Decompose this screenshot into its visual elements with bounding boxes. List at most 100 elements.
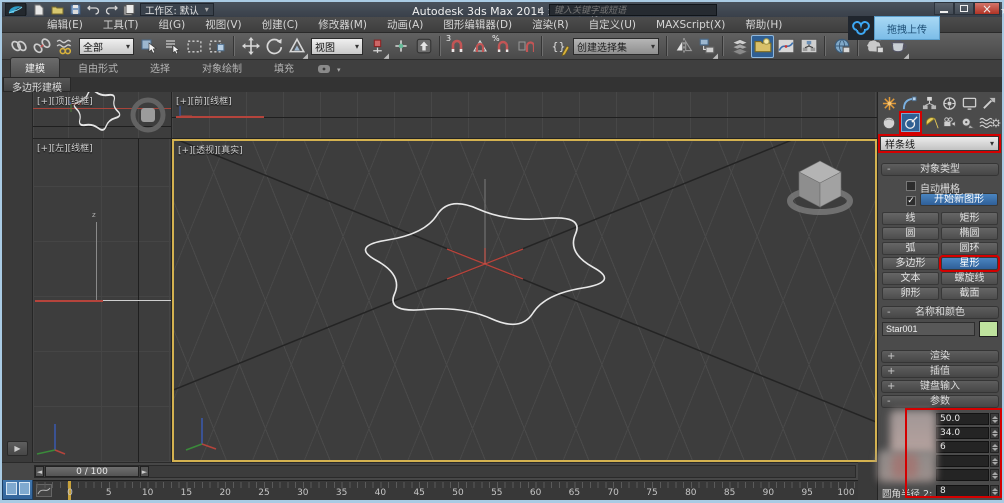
radius1-field[interactable]: 50.0 — [936, 413, 989, 425]
distortion-spinner[interactable] — [990, 455, 999, 467]
radius1-spinner[interactable] — [990, 413, 999, 425]
time-slider-handle[interactable]: 0 / 100 — [45, 466, 139, 477]
ribbon-expand-button[interactable]: ▶ — [7, 441, 28, 456]
select-rotate-icon[interactable] — [262, 35, 285, 58]
menu-modifiers[interactable]: 修改器(M) — [309, 16, 376, 33]
unlink-selection-icon[interactable] — [30, 35, 53, 58]
modify-tab-icon[interactable] — [900, 95, 918, 112]
redo-icon[interactable] — [103, 3, 119, 16]
keyboard-override-icon[interactable] — [412, 35, 435, 58]
create-tab-icon[interactable] — [880, 95, 898, 112]
viewport-label-perspective[interactable]: [+][透视][真实] — [178, 143, 243, 156]
menu-rendering[interactable]: 渲染(R) — [523, 16, 578, 33]
edit-named-selections-icon[interactable]: {} — [547, 35, 570, 58]
fillet1-field[interactable] — [936, 469, 989, 481]
start-new-shape-button[interactable]: 开始新图形 — [920, 193, 998, 206]
distortion-field[interactable] — [936, 455, 989, 467]
helpers-icon[interactable] — [959, 114, 977, 131]
select-scale-icon[interactable]: ◢ — [285, 35, 308, 58]
shape-button-circle[interactable]: 圆 — [882, 227, 939, 240]
reference-coordinate-dropdown[interactable]: 视图▾ — [311, 38, 363, 55]
viewport-label-top[interactable]: [+][顶][线框] — [37, 94, 93, 107]
radius2-field[interactable]: 34.0 — [936, 427, 989, 439]
autogrid-checkbox[interactable] — [906, 181, 916, 191]
rollout-interpolation[interactable]: +插值 — [881, 365, 999, 378]
rectangular-region-icon[interactable] — [183, 35, 206, 58]
maximize-button[interactable] — [954, 2, 974, 15]
points-spinner[interactable] — [990, 441, 999, 453]
shape-button-ngon[interactable]: 多边形 — [882, 257, 939, 270]
menu-views[interactable]: 视图(V) — [196, 16, 250, 33]
viewport-front[interactable]: [+][前][线框] — [172, 92, 877, 139]
viewcube-top[interactable] — [129, 96, 167, 134]
shape-button-text[interactable]: 文本 — [882, 272, 939, 285]
rollout-parameters[interactable]: -参数 — [881, 395, 999, 408]
viewport-top[interactable]: [+][顶][线框] — [33, 92, 172, 139]
new-file-icon[interactable] — [31, 3, 47, 16]
cameras-icon[interactable] — [941, 114, 959, 131]
menu-create[interactable]: 创建(C) — [253, 16, 308, 33]
ribbon-tab-selection[interactable]: 选择 — [136, 58, 184, 77]
fillet1-spinner[interactable] — [990, 469, 999, 481]
selection-filter-dropdown[interactable]: 全部▾ — [79, 38, 134, 55]
rollout-rendering[interactable]: +渲染 — [881, 350, 999, 363]
drag-upload-button[interactable]: 拖拽上传 — [874, 16, 940, 40]
menu-tools[interactable]: 工具(T) — [94, 16, 148, 33]
prev-frame-button[interactable]: ◄ — [35, 466, 44, 477]
workspace-dropdown[interactable]: 工作区: 默认 ▾ — [140, 3, 214, 16]
motion-tab-icon[interactable] — [940, 95, 958, 112]
menu-maxscript[interactable]: MAXScript(X) — [647, 18, 734, 32]
select-and-link-icon[interactable] — [7, 35, 30, 58]
utilities-tab-icon[interactable] — [980, 95, 998, 112]
fillet2-spinner[interactable] — [990, 485, 999, 497]
shape-button-line[interactable]: 线 — [882, 212, 939, 225]
points-field[interactable]: 6 — [936, 441, 989, 453]
select-move-icon[interactable] — [239, 35, 262, 58]
menu-group[interactable]: 组(G) — [149, 16, 194, 33]
systems-icon[interactable] — [991, 114, 1001, 131]
project-folder-icon[interactable] — [121, 3, 137, 16]
use-pivot-center-icon[interactable]: ◢ — [366, 35, 389, 58]
search-input[interactable] — [549, 4, 717, 16]
ribbon-tab-modeling[interactable]: 建模 — [10, 57, 60, 77]
shapes-icon[interactable] — [901, 113, 920, 132]
start-new-shape-checkbox[interactable]: ✓ — [906, 196, 916, 206]
select-object-icon[interactable] — [137, 35, 160, 58]
manage-layers-icon[interactable] — [728, 35, 751, 58]
shape-button-egg[interactable]: 卵形 — [882, 287, 939, 300]
ribbon-tab-populate[interactable]: 填充 — [260, 58, 308, 77]
ribbon-minimize-icon[interactable]: ▾ — [318, 65, 341, 74]
next-frame-button[interactable]: ► — [140, 466, 149, 477]
window-crossing-icon[interactable] — [206, 35, 229, 58]
track-bar[interactable]: 0510152025303540455055606570758085909510… — [33, 480, 858, 500]
ribbon-toggle-icon[interactable] — [751, 35, 774, 58]
menu-customize[interactable]: 自定义(U) — [580, 16, 645, 33]
viewport-perspective[interactable]: [+][透视][真实] — [172, 139, 877, 462]
fillet2-field[interactable]: 8 — [936, 485, 989, 497]
select-manipulate-icon[interactable] — [389, 35, 412, 58]
time-slider[interactable]: ◄ 0 / 100 ► — [34, 465, 856, 478]
radius2-spinner[interactable] — [990, 427, 999, 439]
shape-button-star[interactable]: 星形 — [941, 257, 998, 270]
minimize-button[interactable] — [934, 2, 954, 15]
cloud-logo-icon[interactable] — [848, 16, 874, 40]
hierarchy-tab-icon[interactable] — [920, 95, 938, 112]
shape-button-ellipse[interactable]: 椭圆 — [941, 227, 998, 240]
bind-to-space-warp-icon[interactable] — [53, 35, 76, 58]
menu-animation[interactable]: 动画(A) — [378, 16, 432, 33]
menu-edit[interactable]: 编辑(E) — [38, 16, 92, 33]
favorites-star-icon[interactable]: ★ — [1000, 4, 1004, 17]
menu-help[interactable]: 帮助(H) — [736, 16, 791, 33]
infocenter-expand-icon[interactable]: ▸ — [538, 5, 542, 14]
select-by-name-icon[interactable] — [160, 35, 183, 58]
viewcube[interactable] — [783, 149, 857, 217]
viewport-left[interactable]: z [+][左][线框] — [33, 139, 172, 462]
shape-button-section[interactable]: 截面 — [941, 287, 998, 300]
shape-button-donut[interactable]: 圆环 — [941, 242, 998, 255]
display-tab-icon[interactable] — [960, 95, 978, 112]
mirror-icon[interactable] — [672, 35, 695, 58]
save-file-icon[interactable] — [67, 3, 83, 16]
viewport-label-front[interactable]: [+][前][线框] — [176, 94, 232, 107]
angle-snap-icon[interactable] — [468, 35, 491, 58]
shape-button-rectangle[interactable]: 矩形 — [941, 212, 998, 225]
